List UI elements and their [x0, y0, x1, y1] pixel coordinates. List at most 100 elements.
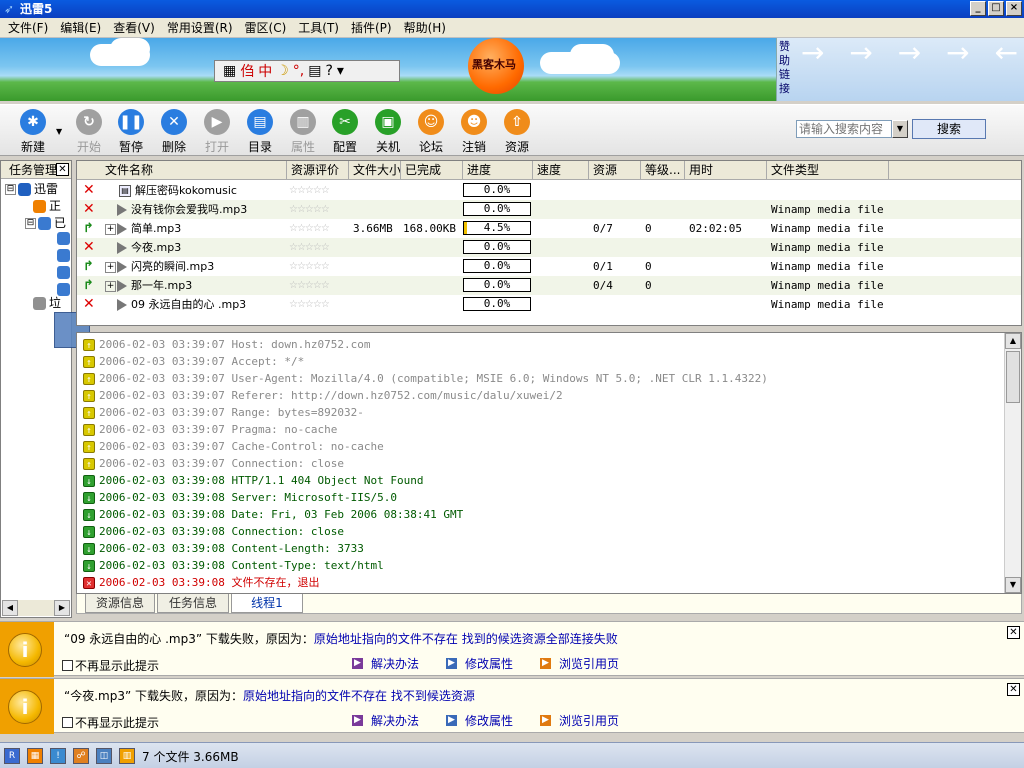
ime-toolbar-icon[interactable]: °, [293, 63, 304, 79]
resource-button[interactable]: ⇧ 资源 [496, 109, 538, 155]
tab-0[interactable]: 资源信息 [85, 594, 155, 613]
pause-button[interactable]: ❚❚ 暂停 [110, 109, 152, 155]
menu-item[interactable]: 编辑(E) [54, 18, 107, 38]
column-header[interactable]: 进度 [463, 161, 533, 180]
folder-button[interactable]: ▤ 目录 [239, 109, 281, 155]
delete-button[interactable]: ✕ 删除 [153, 109, 195, 155]
tree-item[interactable]: 垃 [31, 294, 61, 311]
tab-1[interactable]: 任务信息 [157, 594, 229, 613]
status-icon[interactable]: ☍ [73, 748, 89, 764]
new-dropdown-arrow-icon[interactable]: ▼ [56, 127, 62, 136]
ime-toolbar-icon[interactable]: ☽ [276, 63, 289, 79]
table-row[interactable]: ↱ + 简单.mp3 ☆☆☆☆☆ 3.66MB 168.00KB 0/7 0 02:02:05 W… [77, 219, 1021, 238]
horizontal-scrollbar[interactable]: ◀ ▶ [2, 600, 70, 616]
properties-button[interactable]: ▥ 属性 [282, 109, 324, 155]
toolbar-button-label: 属性 [290, 140, 315, 154]
forum-button[interactable]: ☺ 论坛 [410, 109, 452, 155]
vertical-scrollbar[interactable]: ▲ ▼ [1004, 333, 1021, 593]
menu-item[interactable]: 帮助(H) [398, 18, 452, 38]
edit-properties-link[interactable]: ▶ 修改属性 [446, 655, 513, 672]
expand-icon[interactable]: + [105, 223, 116, 235]
solution-link[interactable]: ▶ 解决办法 [352, 712, 419, 729]
tree-collapse-icon[interactable]: ⊟ [5, 184, 16, 195]
search-button[interactable]: 搜索 [912, 119, 986, 139]
dont-show-checkbox[interactable]: 不再显示此提示 [62, 657, 159, 674]
tree-collapse-icon[interactable]: ⊟ [25, 218, 36, 229]
column-header[interactable]: 文件名称 [101, 161, 287, 180]
table-row[interactable]: ↱ + 闪亮的瞬间.mp3 ☆☆☆☆☆ 0/1 0 Winamp media file 0.0… [77, 257, 1021, 276]
ime-toolbar-icon[interactable]: 中 [258, 61, 272, 81]
shutdown-button[interactable]: ▣ 关机 [367, 109, 409, 155]
scroll-thumb[interactable] [1006, 351, 1020, 403]
browse-referrer-link[interactable]: ▶ 浏览引用页 [540, 712, 619, 729]
menu-item[interactable]: 工具(T) [292, 18, 345, 38]
table-row[interactable]: ✕ 09 永远自由的心 .mp3 ☆☆☆☆☆ Winamp media file 0.0… [77, 295, 1021, 314]
start-button[interactable]: ↻ 开始 [68, 109, 110, 155]
minimize-button[interactable]: _ [970, 1, 986, 16]
ime-toolbar-icon[interactable]: ▾ [337, 63, 344, 79]
scroll-up-icon[interactable]: ▲ [1005, 333, 1021, 349]
menu-item[interactable]: 文件(F) [2, 18, 54, 38]
table-row[interactable]: ✕ 今夜.mp3 ☆☆☆☆☆ Winamp media file 0.0% [77, 238, 1021, 257]
close-panel-icon[interactable]: ✕ [56, 163, 69, 176]
menu-item[interactable]: 查看(V) [107, 18, 161, 38]
table-row[interactable]: ✕ 没有钱你会爱我吗.mp3 ☆☆☆☆☆ Winamp media file 0.0% [77, 200, 1021, 219]
tree-item[interactable]: ⊟ 迅雷 [5, 180, 58, 197]
status-icon[interactable]: ! [50, 748, 66, 764]
balloon-ad-text[interactable]: 黑客木马 [472, 56, 516, 72]
log-line: ↓ 2006-02-03 03:39:08 HTTP/1.1 404 Object… [83, 472, 424, 489]
new-button[interactable]: ✱ 新建 [12, 109, 54, 155]
menu-item[interactable]: 插件(P) [345, 18, 398, 38]
column-header[interactable]: 文件大小 [349, 161, 401, 180]
expand-icon[interactable]: + [105, 280, 116, 292]
tree-item[interactable] [55, 248, 71, 262]
column-header[interactable]: 用时 [685, 161, 767, 180]
checkbox-icon[interactable] [62, 717, 73, 728]
expand-row-icon[interactable]: + [105, 219, 116, 238]
expand-row-icon[interactable]: + [105, 257, 116, 276]
scroll-left-icon[interactable]: ◀ [2, 600, 18, 616]
search-input[interactable] [796, 120, 892, 138]
status-icon[interactable]: R [4, 748, 20, 764]
ime-toolbar-icon[interactable]: ? [325, 63, 332, 79]
browse-referrer-link[interactable]: ▶ 浏览引用页 [540, 655, 619, 672]
menu-item[interactable]: 雷区(C) [239, 18, 293, 38]
close-notice-icon[interactable]: ✕ [1007, 683, 1020, 696]
checkbox-icon[interactable] [62, 660, 73, 671]
sponsor-links[interactable]: 赞助链接 → → → → ← ← ← ← [776, 38, 1024, 101]
expand-row-icon[interactable]: + [105, 276, 116, 295]
tree-item[interactable]: 正 [31, 197, 61, 214]
search-dropdown-icon[interactable]: ▼ [892, 120, 908, 138]
tree-item[interactable]: ⊟ 已 [25, 214, 66, 231]
expand-icon[interactable]: + [105, 261, 116, 273]
ime-toolbar-icon[interactable]: 㑇 [240, 61, 254, 81]
column-header[interactable]: 资源评价 [287, 161, 349, 180]
tab-2[interactable]: 线程1 [231, 594, 303, 613]
status-icon[interactable]: ▦ [27, 748, 43, 764]
tree-item[interactable] [55, 231, 71, 245]
status-icon[interactable]: ▥ [119, 748, 135, 764]
close-notice-icon[interactable]: ✕ [1007, 626, 1020, 639]
menu-item[interactable]: 常用设置(R) [161, 18, 239, 38]
column-header[interactable]: 资源 [589, 161, 641, 180]
logout-button[interactable]: ☻ 注销 [453, 109, 495, 155]
scroll-down-icon[interactable]: ▼ [1005, 577, 1021, 593]
ime-toolbar-icon[interactable]: ▤ [308, 63, 321, 79]
table-row[interactable]: ↱ + 那一年.mp3 ☆☆☆☆☆ 0/4 0 Winamp media file 0.0% [77, 276, 1021, 295]
column-header[interactable]: 速度 [533, 161, 589, 180]
table-row[interactable]: ✕ ▤ 解压密码kokomusic ☆☆☆☆☆ 0.0% [77, 181, 1021, 200]
scroll-right-icon[interactable]: ▶ [54, 600, 70, 616]
column-header[interactable]: 文件类型 [767, 161, 889, 180]
status-icon[interactable]: ◫ [96, 748, 112, 764]
maximize-button[interactable]: □ [988, 1, 1004, 16]
ime-toolbar-icon[interactable]: ▦ [223, 63, 236, 79]
edit-properties-link[interactable]: ▶ 修改属性 [446, 712, 513, 729]
config-button[interactable]: ✂ 配置 [324, 109, 366, 155]
close-button[interactable]: × [1006, 1, 1022, 16]
tree-item[interactable] [55, 265, 71, 279]
open-button[interactable]: ▶ 打开 [196, 109, 238, 155]
solution-link[interactable]: ▶ 解决办法 [352, 655, 419, 672]
dont-show-checkbox[interactable]: 不再显示此提示 [62, 714, 159, 731]
column-header[interactable]: 已完成 [401, 161, 463, 180]
column-header[interactable]: 等级... [641, 161, 685, 180]
